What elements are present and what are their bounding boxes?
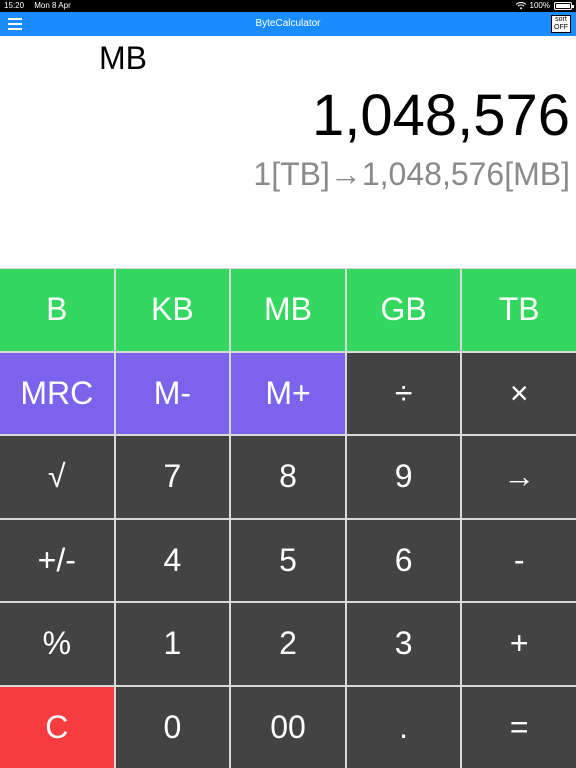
digit-7-key[interactable]: 7	[115, 436, 230, 518]
status-left: 15:20 Mon 8 Apr	[4, 0, 71, 12]
sign-toggle-key[interactable]: +/-	[0, 519, 114, 601]
unit-gb-key[interactable]: GB	[346, 269, 461, 351]
keypad: B KB MB GB TB MRC M- M+ ÷ × √ 7 8 9 → +/- 4 5 6-% 1 2 3 + C 0 00.…	[0, 268, 576, 768]
sort-toggle-button[interactable]: sort OFF	[551, 15, 571, 33]
digit-4-key[interactable]: 4	[115, 519, 230, 601]
digit-2-key[interactable]: 2	[231, 603, 345, 685]
memory-minus-key[interactable]: M-	[115, 352, 230, 434]
digit-1-key[interactable]: 1	[115, 603, 230, 685]
battery-icon	[554, 2, 574, 10]
unit-b-key[interactable]: B	[0, 269, 114, 351]
convert-arrow-key[interactable]: →	[462, 436, 576, 518]
unit-tb-key[interactable]: TB	[462, 269, 576, 351]
decimal-key[interactable]: .	[346, 686, 461, 768]
sort-state: OFF	[554, 24, 568, 31]
status-right: 100%	[515, 0, 574, 12]
plus-key[interactable]: +	[462, 603, 576, 685]
unit-kb-key[interactable]: KB	[115, 269, 230, 351]
memory-recall-key[interactable]: MRC	[0, 352, 114, 434]
digit-5-key[interactable]: 5	[231, 519, 345, 601]
status-bar: 15:20 Mon 8 Apr 100%	[0, 0, 576, 12]
wifi-icon	[515, 2, 526, 10]
conversion-result: 1[TB]→1,048,576[MB]	[253, 156, 570, 192]
app-title: ByteCalculator	[255, 18, 321, 29]
main-display-value: 1,048,576	[311, 83, 570, 148]
digit-3-key[interactable]: 3	[346, 603, 461, 685]
divide-key[interactable]: ÷	[346, 352, 461, 434]
unit-mb-key[interactable]: MB	[231, 269, 345, 351]
multiply-key[interactable]: ×	[462, 352, 576, 434]
digit-8-key[interactable]: 8	[231, 436, 345, 518]
status-time: 15:20	[4, 1, 25, 10]
percent-key[interactable]: %	[0, 603, 114, 685]
memory-plus-key[interactable]: M+	[231, 352, 345, 434]
sort-label: sort	[555, 16, 567, 23]
battery-percent: 100%	[529, 1, 550, 10]
clear-key[interactable]: C	[0, 686, 114, 768]
minus-key[interactable]: -	[462, 519, 576, 601]
sqrt-key[interactable]: √	[0, 436, 114, 518]
status-date: Mon 8 Apr	[34, 1, 71, 10]
digit-00-key[interactable]: 00	[231, 686, 345, 768]
digit-6-key[interactable]: 6	[346, 519, 461, 601]
digit-9-key[interactable]: 9	[346, 436, 461, 518]
nav-bar: ByteCalculator sort OFF	[0, 12, 576, 36]
current-unit-label: MB	[99, 40, 147, 76]
equals-key[interactable]: =	[462, 686, 576, 768]
digit-0-key[interactable]: 0	[115, 686, 230, 768]
